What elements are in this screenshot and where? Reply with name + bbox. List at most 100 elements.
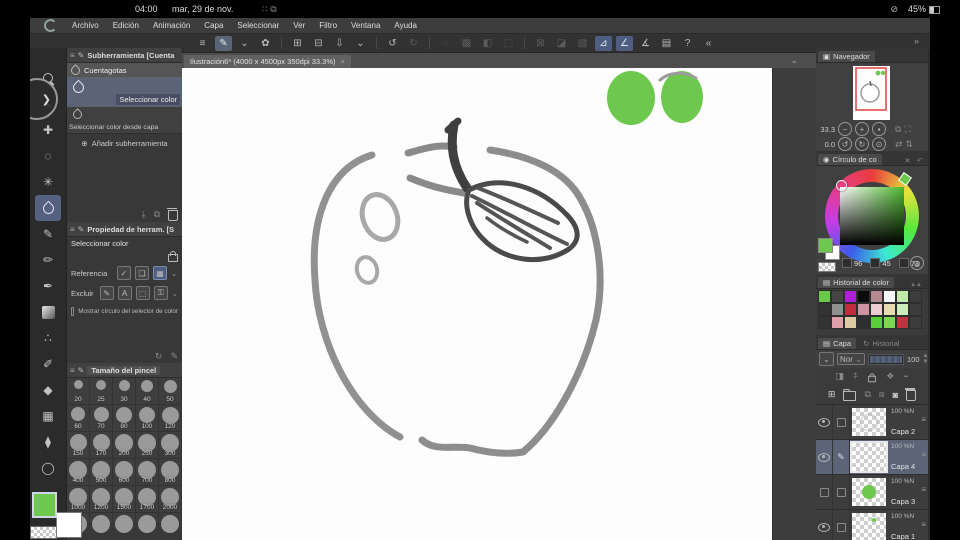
subtool-item-seleccionar-color-desde-capa[interactable]: Seleccionar color desde capa [67,107,182,134]
fit-screen-icon[interactable]: ⧉ [895,124,901,135]
brush-size-60[interactable]: 60 [67,405,90,432]
fill-tool[interactable]: ⧫ [35,429,61,455]
lock-icon[interactable] [168,251,178,262]
gradient-tool[interactable] [35,299,61,325]
history-swatch-0-3[interactable] [857,290,870,303]
history-swatch-1-1[interactable] [831,303,844,316]
decoration-tool[interactable]: ✐ [35,351,61,377]
layer-thumbnail[interactable] [850,441,888,473]
history-swatch-0-4[interactable] [870,290,883,303]
crop-icon[interactable]: ⬚ [500,36,517,51]
flip-vertical-icon[interactable]: ⇅ [906,139,914,150]
import-subtool-icon[interactable]: ⤓ [142,209,146,220]
auto-select-tool[interactable]: ✳ [35,169,61,195]
flip-horizontal-icon[interactable]: ⇄ [895,139,903,150]
layer-menu-icon[interactable]: ≡ [921,520,926,529]
pencil-tool[interactable]: ✏ [35,247,61,273]
material-panel-icon[interactable]: ▤ [658,36,675,51]
layer-edit-cell[interactable] [833,475,850,509]
toolbar-menu-icon[interactable]: ≡ [194,36,211,51]
history-swatch-2-6[interactable] [896,316,909,329]
subtool-panel-menu-icon[interactable]: ≡ [70,51,75,60]
navigator-thumbnail[interactable] [853,66,890,120]
subtool-detail-icon[interactable]: ✎ [170,351,178,362]
brush-size-300[interactable]: 300 [159,432,182,459]
tool-property-menu-icon[interactable]: ≡ [70,225,75,234]
brush-size-extra[interactable] [159,513,182,533]
foreground-color-swatch[interactable] [32,492,57,518]
brush-size-800[interactable]: 800 [159,459,182,486]
rotate-cw-icon[interactable]: ↻ [855,137,869,151]
menu-ver[interactable]: Ver [286,21,312,30]
history-swatch-2-0[interactable] [818,316,831,329]
layer-thumbnail[interactable] [852,478,886,506]
history-swatch-0-2[interactable] [844,290,857,303]
history-swatch-0-5[interactable] [883,290,896,303]
zoom-in-icon[interactable]: + [855,122,869,136]
collapse-left-icon[interactable]: « [700,36,717,51]
brush-size-150[interactable]: 150 [67,432,90,459]
brush-size-1700[interactable]: 1700 [136,486,159,513]
history-swatch-2-3[interactable] [857,316,870,329]
brush-size-120[interactable]: 120 [159,405,182,432]
layer-row-capa-4[interactable]: ✎ 100 %N Capa 4 ≡ [816,440,928,475]
layer-checkbox-icon[interactable] [836,522,846,532]
eye-icon[interactable] [818,522,830,532]
clear-selection-icon[interactable]: ◧ [479,36,496,51]
history-swatch-0-6[interactable] [896,290,909,303]
layer-edit-cell[interactable] [833,510,850,540]
history-swatch-2-1[interactable] [831,316,844,329]
lock-alpha-icon[interactable]: ❖ [886,371,894,382]
layer-visibility-cell[interactable] [816,405,833,439]
history-swatch-1-0[interactable] [818,303,831,316]
mini-fg-swatch[interactable] [818,238,833,253]
mini-transparent-swatch[interactable] [818,262,836,272]
brush-size-2000[interactable]: 2000 [159,486,182,513]
brush-size-700[interactable]: 700 [136,459,159,486]
menu-ayuda[interactable]: Ayuda [387,21,424,30]
layer-menu-icon[interactable]: ≡ [921,450,926,459]
menu-animacion[interactable]: Animación [146,21,197,30]
opacity-slider[interactable] [868,353,904,365]
invert-selection-icon[interactable]: ⊠ [532,36,549,51]
eye-icon[interactable] [818,452,830,462]
brush-size-1000[interactable]: 1000 [67,486,90,513]
snap-special-ruler-icon[interactable]: ∠ [616,35,633,51]
brush-size-400[interactable]: 400 [67,459,90,486]
eye-icon[interactable] [818,417,830,427]
brush-size-30[interactable]: 30 [113,378,136,405]
scale-selection-icon[interactable]: ◪ [553,36,570,51]
tab-historial[interactable]: ↻ Historial [858,338,904,349]
fit-window-icon[interactable]: ⛶ [904,124,910,135]
history-swatch-2-5[interactable] [883,316,896,329]
layer-row-capa-2[interactable]: 100 %N Capa 2 ≡ [816,405,928,440]
layer-visibility-cell[interactable] [816,510,833,540]
document-tab-close-icon[interactable]: × [341,57,345,66]
menu-archivo[interactable]: Archivo [65,21,106,30]
lock-layer-icon[interactable] [868,372,877,382]
snap-ruler-icon[interactable]: ⊿ [595,35,612,51]
eyedropper-tool[interactable] [35,195,61,221]
rotate-ccw-icon[interactable]: ↺ [838,137,852,151]
history-swatch-1-2[interactable] [844,303,857,316]
close-panel-icon[interactable]: ✕ [904,156,914,165]
pen-tool[interactable]: ✎ [35,221,61,247]
brush-size-extra[interactable] [113,513,136,533]
editing-pen-icon[interactable]: ✎ [833,440,850,474]
tab-circulo-de-color[interactable]: ◉ Círculo de co [818,154,882,165]
layer-mask-icon[interactable]: ◙ [893,390,898,400]
reference-layer-icon[interactable]: ⍏ [853,371,858,382]
history-swatch-1-4[interactable] [870,303,883,316]
tool-dropdown-chevron-icon[interactable]: ⌄ [236,36,253,51]
brush-size-100[interactable]: 100 [136,405,159,432]
brush-size-250[interactable]: 250 [136,432,159,459]
brush-size-menu-icon[interactable]: ≡ [70,366,75,375]
drawing-canvas[interactable] [182,68,772,540]
app-logo-icon[interactable] [44,19,57,32]
history-swatch-0-0[interactable] [818,290,831,303]
eraser-tool[interactable]: ◆ [35,377,61,403]
layer-row-capa-3[interactable]: 100 %N Capa 3 ≡ [816,475,928,510]
subtool-panel-header[interactable]: ≡ ✎ Subherramienta [Cuenta [67,48,182,63]
tool-property-header[interactable]: ≡ ✎ Propiedad de herram. [S [67,222,182,237]
history-swatch-2-4[interactable] [870,316,883,329]
